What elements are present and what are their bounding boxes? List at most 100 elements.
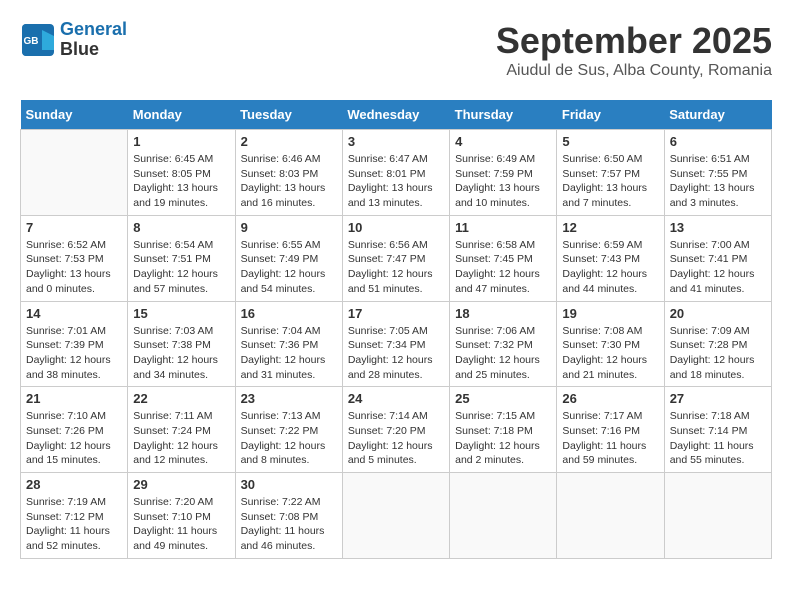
weekday-header-monday: Monday <box>128 100 235 130</box>
day-info: Sunrise: 7:19 AM Sunset: 7:12 PM Dayligh… <box>26 495 122 554</box>
day-number: 17 <box>348 306 444 321</box>
day-number: 22 <box>133 391 229 406</box>
calendar-cell: 27 Sunrise: 7:18 AM Sunset: 7:14 PM Dayli… <box>664 387 771 473</box>
day-number: 20 <box>670 306 766 321</box>
logo: GB General Blue <box>20 20 127 60</box>
calendar-cell: 21 Sunrise: 7:10 AM Sunset: 7:26 PM Dayli… <box>21 387 128 473</box>
day-info: Sunrise: 7:04 AM Sunset: 7:36 PM Dayligh… <box>241 324 337 383</box>
day-info: Sunrise: 6:56 AM Sunset: 7:47 PM Dayligh… <box>348 238 444 297</box>
day-number: 21 <box>26 391 122 406</box>
calendar-cell <box>21 130 128 216</box>
svg-text:GB: GB <box>24 36 39 47</box>
day-info: Sunrise: 7:06 AM Sunset: 7:32 PM Dayligh… <box>455 324 551 383</box>
day-number: 11 <box>455 220 551 235</box>
day-info: Sunrise: 6:55 AM Sunset: 7:49 PM Dayligh… <box>241 238 337 297</box>
calendar-cell: 14Sunrise: 7:01 AM Sunset: 7:39 PM Dayli… <box>21 301 128 387</box>
calendar-cell: 3Sunrise: 6:47 AM Sunset: 8:01 PM Daylig… <box>342 130 449 216</box>
calendar-cell: 22 Sunrise: 7:11 AM Sunset: 7:24 PM Dayli… <box>128 387 235 473</box>
calendar-cell: 23 Sunrise: 7:13 AM Sunset: 7:22 PM Dayli… <box>235 387 342 473</box>
calendar-cell: 25 Sunrise: 7:15 AM Sunset: 7:18 PM Dayli… <box>450 387 557 473</box>
day-info: Sunrise: 7:08 AM Sunset: 7:30 PM Dayligh… <box>562 324 658 383</box>
day-info: Sunrise: 7:00 AM Sunset: 7:41 PM Dayligh… <box>670 238 766 297</box>
location-title: Aiudul de Sus, Alba County, Romania <box>496 62 772 80</box>
weekday-header-sunday: Sunday <box>21 100 128 130</box>
day-info: Sunrise: 7:22 AM Sunset: 7:08 PM Dayligh… <box>241 495 337 554</box>
calendar-cell: 6 Sunrise: 6:51 AM Sunset: 7:55 PM Daylig… <box>664 130 771 216</box>
weekday-header-wednesday: Wednesday <box>342 100 449 130</box>
day-number: 27 <box>670 391 766 406</box>
calendar-cell: 18Sunrise: 7:06 AM Sunset: 7:32 PM Dayli… <box>450 301 557 387</box>
day-info: Sunrise: 6:52 AM Sunset: 7:53 PM Dayligh… <box>26 238 122 297</box>
day-number: 4 <box>455 134 551 149</box>
day-number: 10 <box>348 220 444 235</box>
calendar-cell: 9 Sunrise: 6:55 AM Sunset: 7:49 PM Daylig… <box>235 215 342 301</box>
weekday-header-thursday: Thursday <box>450 100 557 130</box>
day-info: Sunrise: 7:14 AM Sunset: 7:20 PM Dayligh… <box>348 409 444 468</box>
calendar-cell: 10 Sunrise: 6:56 AM Sunset: 7:47 PM Dayli… <box>342 215 449 301</box>
week-row-4: 28Sunrise: 7:19 AM Sunset: 7:12 PM Dayli… <box>21 473 772 559</box>
calendar-cell: 4 Sunrise: 6:49 AM Sunset: 7:59 PM Daylig… <box>450 130 557 216</box>
day-info: Sunrise: 7:11 AM Sunset: 7:24 PM Dayligh… <box>133 409 229 468</box>
day-number: 1 <box>133 134 229 149</box>
day-number: 25 <box>455 391 551 406</box>
day-info: Sunrise: 7:20 AM Sunset: 7:10 PM Dayligh… <box>133 495 229 554</box>
day-info: Sunrise: 7:18 AM Sunset: 7:14 PM Dayligh… <box>670 409 766 468</box>
week-row-1: 7 Sunrise: 6:52 AM Sunset: 7:53 PM Daylig… <box>21 215 772 301</box>
day-number: 7 <box>26 220 122 235</box>
day-number: 29 <box>133 477 229 492</box>
calendar-cell: 11 Sunrise: 6:58 AM Sunset: 7:45 PM Dayli… <box>450 215 557 301</box>
calendar-cell <box>342 473 449 559</box>
logo-icon: GB <box>20 22 56 58</box>
calendar-cell: 15Sunrise: 7:03 AM Sunset: 7:38 PM Dayli… <box>128 301 235 387</box>
day-number: 12 <box>562 220 658 235</box>
calendar-cell: 1Sunrise: 6:45 AM Sunset: 8:05 PM Daylig… <box>128 130 235 216</box>
day-number: 2 <box>241 134 337 149</box>
day-info: Sunrise: 7:10 AM Sunset: 7:26 PM Dayligh… <box>26 409 122 468</box>
calendar-cell: 13 Sunrise: 7:00 AM Sunset: 7:41 PM Dayli… <box>664 215 771 301</box>
day-info: Sunrise: 6:54 AM Sunset: 7:51 PM Dayligh… <box>133 238 229 297</box>
day-number: 26 <box>562 391 658 406</box>
day-number: 24 <box>348 391 444 406</box>
day-info: Sunrise: 7:17 AM Sunset: 7:16 PM Dayligh… <box>562 409 658 468</box>
day-info: Sunrise: 6:51 AM Sunset: 7:55 PM Dayligh… <box>670 152 766 211</box>
calendar-cell: 26 Sunrise: 7:17 AM Sunset: 7:16 PM Dayli… <box>557 387 664 473</box>
weekday-header-friday: Friday <box>557 100 664 130</box>
day-info: Sunrise: 7:05 AM Sunset: 7:34 PM Dayligh… <box>348 324 444 383</box>
week-row-3: 21 Sunrise: 7:10 AM Sunset: 7:26 PM Dayli… <box>21 387 772 473</box>
day-info: Sunrise: 6:58 AM Sunset: 7:45 PM Dayligh… <box>455 238 551 297</box>
day-number: 30 <box>241 477 337 492</box>
calendar-cell: 17 Sunrise: 7:05 AM Sunset: 7:34 PM Dayli… <box>342 301 449 387</box>
calendar-cell: 7 Sunrise: 6:52 AM Sunset: 7:53 PM Daylig… <box>21 215 128 301</box>
calendar-cell: 2Sunrise: 6:46 AM Sunset: 8:03 PM Daylig… <box>235 130 342 216</box>
day-info: Sunrise: 7:15 AM Sunset: 7:18 PM Dayligh… <box>455 409 551 468</box>
weekday-header-saturday: Saturday <box>664 100 771 130</box>
calendar-cell: 20 Sunrise: 7:09 AM Sunset: 7:28 PM Dayli… <box>664 301 771 387</box>
day-info: Sunrise: 6:59 AM Sunset: 7:43 PM Dayligh… <box>562 238 658 297</box>
day-info: Sunrise: 7:09 AM Sunset: 7:28 PM Dayligh… <box>670 324 766 383</box>
calendar-cell: 28Sunrise: 7:19 AM Sunset: 7:12 PM Dayli… <box>21 473 128 559</box>
title-section: September 2025 Aiudul de Sus, Alba Count… <box>496 20 772 80</box>
weekday-header-tuesday: Tuesday <box>235 100 342 130</box>
day-number: 6 <box>670 134 766 149</box>
day-info: Sunrise: 6:47 AM Sunset: 8:01 PM Dayligh… <box>348 152 444 211</box>
weekday-header-row: SundayMondayTuesdayWednesdayThursdayFrid… <box>21 100 772 130</box>
day-info: Sunrise: 7:13 AM Sunset: 7:22 PM Dayligh… <box>241 409 337 468</box>
calendar-cell: 16Sunrise: 7:04 AM Sunset: 7:36 PM Dayli… <box>235 301 342 387</box>
logo-text: General Blue <box>60 20 127 60</box>
day-info: Sunrise: 6:49 AM Sunset: 7:59 PM Dayligh… <box>455 152 551 211</box>
day-info: Sunrise: 7:01 AM Sunset: 7:39 PM Dayligh… <box>26 324 122 383</box>
day-number: 8 <box>133 220 229 235</box>
calendar-cell <box>557 473 664 559</box>
calendar-cell: 19Sunrise: 7:08 AM Sunset: 7:30 PM Dayli… <box>557 301 664 387</box>
day-number: 9 <box>241 220 337 235</box>
calendar-cell <box>450 473 557 559</box>
calendar-cell: 29 Sunrise: 7:20 AM Sunset: 7:10 PM Dayli… <box>128 473 235 559</box>
day-number: 23 <box>241 391 337 406</box>
calendar-cell <box>664 473 771 559</box>
calendar-table: SundayMondayTuesdayWednesdayThursdayFrid… <box>20 100 772 559</box>
calendar-cell: 8 Sunrise: 6:54 AM Sunset: 7:51 PM Daylig… <box>128 215 235 301</box>
month-title: September 2025 <box>496 20 772 62</box>
calendar-cell: 24 Sunrise: 7:14 AM Sunset: 7:20 PM Dayli… <box>342 387 449 473</box>
day-number: 13 <box>670 220 766 235</box>
calendar-cell: 12 Sunrise: 6:59 AM Sunset: 7:43 PM Dayli… <box>557 215 664 301</box>
